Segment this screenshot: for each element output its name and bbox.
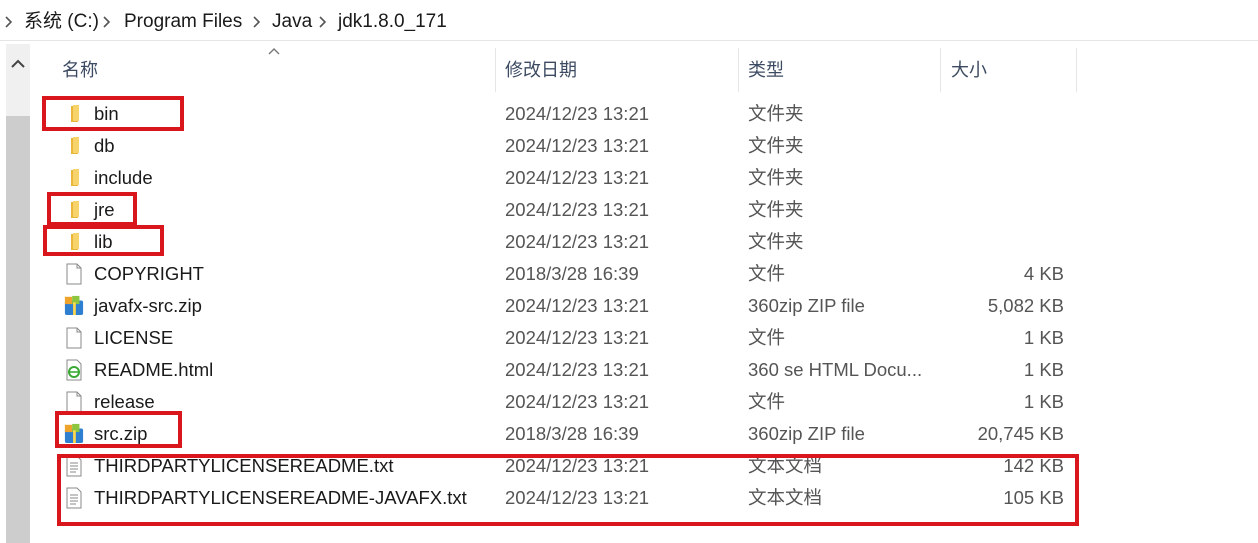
file-row[interactable]: release 2024/12/23 13:21 文件 1 KB xyxy=(58,386,1078,418)
file-row[interactable]: bin 2024/12/23 13:21 文件夹 xyxy=(58,98,1078,130)
column-divider[interactable] xyxy=(940,48,941,92)
blank-file-icon xyxy=(64,327,84,349)
file-row[interactable]: javafx-src.zip 2024/12/23 13:21 360zip ZIP… xyxy=(58,290,1078,322)
file-row[interactable]: COPYRIGHT 2018/3/28 16:39 文件 4 KB xyxy=(58,258,1078,290)
chevron-right-icon[interactable] xyxy=(316,12,330,32)
column-header-type[interactable]: 类型 xyxy=(748,50,784,90)
scrollbar-thumb[interactable] xyxy=(6,116,30,543)
chevron-right-icon[interactable] xyxy=(2,12,16,32)
sort-ascending-icon xyxy=(268,48,280,55)
file-date: 2024/12/23 13:21 xyxy=(505,391,650,412)
file-row[interactable]: LICENSE 2024/12/23 13:21 文件 1 KB xyxy=(58,322,1078,354)
scroll-up-arrow-icon[interactable] xyxy=(6,52,30,76)
file-date: 2024/12/23 13:21 xyxy=(505,167,650,188)
file-name[interactable]: LICENSE xyxy=(94,326,173,350)
file-name[interactable]: db xyxy=(94,134,115,158)
breadcrumb-jdk[interactable]: jdk1.8.0_171 xyxy=(338,10,447,34)
file-date: 2024/12/23 13:21 xyxy=(505,295,650,316)
file-type: 360zip ZIP file xyxy=(748,295,865,316)
column-divider[interactable] xyxy=(738,48,739,92)
column-divider[interactable] xyxy=(1076,48,1077,92)
breadcrumb-java[interactable]: Java xyxy=(272,10,312,34)
file-date: 2024/12/23 13:21 xyxy=(505,199,650,220)
file-type: 文件夹 xyxy=(748,103,804,124)
file-type: 文件 xyxy=(748,327,786,348)
file-date: 2024/12/23 13:21 xyxy=(505,135,650,156)
file-type: 文件夹 xyxy=(748,231,804,252)
folder-icon xyxy=(64,167,84,189)
file-name[interactable]: include xyxy=(94,166,153,190)
blank-file-icon xyxy=(64,391,84,413)
file-row[interactable]: jre 2024/12/23 13:21 文件夹 xyxy=(58,194,1078,226)
file-row[interactable]: db 2024/12/23 13:21 文件夹 xyxy=(58,130,1078,162)
file-type: 文件夹 xyxy=(748,199,804,220)
file-name[interactable]: javafx-src.zip xyxy=(94,294,202,318)
file-size: 4 KB xyxy=(1023,263,1064,284)
html-browser-icon xyxy=(64,359,84,381)
file-row[interactable]: src.zip 2018/3/28 16:39 360zip ZIP file 20,… xyxy=(58,418,1078,450)
file-row[interactable]: lib 2024/12/23 13:21 文件夹 xyxy=(58,226,1078,258)
zip-archive-icon xyxy=(64,295,84,317)
highlight-box-license-txt xyxy=(57,454,1079,526)
file-name[interactable]: README.html xyxy=(94,358,213,382)
file-type: 文件 xyxy=(748,391,786,412)
file-type: 文件 xyxy=(748,263,786,284)
file-date: 2018/3/28 16:39 xyxy=(505,423,639,444)
breadcrumb-program-files[interactable]: Program Files xyxy=(124,10,242,34)
file-size: 5,082 KB xyxy=(987,295,1064,316)
file-type: 360zip ZIP file xyxy=(748,423,865,444)
highlight-box-lib xyxy=(43,225,164,256)
chevron-right-icon[interactable] xyxy=(250,12,264,32)
file-type: 文件夹 xyxy=(748,135,804,156)
file-type: 360 se HTML Docu... xyxy=(748,359,923,380)
file-date: 2018/3/28 16:39 xyxy=(505,263,639,284)
file-size: 20,745 KB xyxy=(977,423,1064,444)
file-row[interactable]: README.html 2024/12/23 13:21 360 se HTML D… xyxy=(58,354,1078,386)
file-date: 2024/12/23 13:21 xyxy=(505,103,650,124)
highlight-box-bin xyxy=(42,96,184,131)
file-size: 1 KB xyxy=(1023,327,1064,348)
breadcrumb-drive[interactable]: 系统 (C:) xyxy=(24,10,99,34)
file-row[interactable]: include 2024/12/23 13:21 文件夹 xyxy=(58,162,1078,194)
file-size: 1 KB xyxy=(1023,359,1064,380)
highlight-box-src-zip xyxy=(55,411,182,448)
blank-file-icon xyxy=(64,263,84,285)
column-header-size[interactable]: 大小 xyxy=(951,50,987,90)
file-date: 2024/12/23 13:21 xyxy=(505,359,650,380)
file-name[interactable]: COPYRIGHT xyxy=(94,262,204,286)
column-header-name[interactable]: 名称 xyxy=(62,50,98,90)
chevron-right-icon[interactable] xyxy=(100,12,114,32)
address-bar[interactable]: 系统 (C:) Program Files Java jdk1.8.0_171 xyxy=(0,0,1258,41)
vertical-scrollbar[interactable] xyxy=(6,44,30,543)
file-date: 2024/12/23 13:21 xyxy=(505,327,650,348)
file-date: 2024/12/23 13:21 xyxy=(505,231,650,252)
highlight-box-jre xyxy=(47,192,137,226)
column-header-date[interactable]: 修改日期 xyxy=(505,50,577,90)
folder-icon xyxy=(64,135,84,157)
file-size: 1 KB xyxy=(1023,391,1064,412)
file-type: 文件夹 xyxy=(748,167,804,188)
column-divider[interactable] xyxy=(495,48,496,92)
